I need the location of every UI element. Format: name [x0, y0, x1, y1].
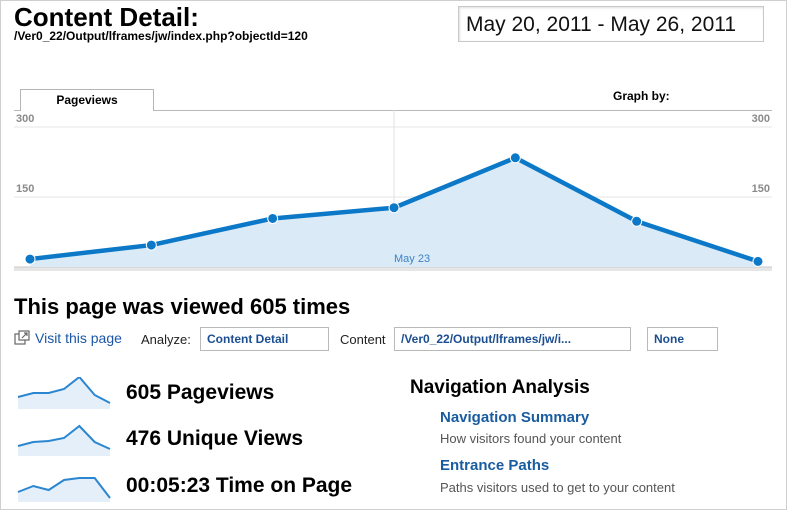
data-point-1 [145, 239, 157, 251]
navigation-analysis-title: Navigation Analysis [410, 377, 590, 398]
data-point-6 [752, 255, 764, 267]
y-tick-label-right-0: 300 [752, 113, 770, 125]
content-label: Content [340, 332, 386, 347]
date-range-picker[interactable]: May 20, 2011 - May 26, 2011 [458, 6, 764, 42]
pageviews-chart: 300 300 150 150 May 23 [14, 110, 772, 271]
chart-baseline [14, 267, 772, 271]
analyze-select[interactable]: Content Detail [200, 327, 329, 351]
graph-by-label: Graph by: [613, 89, 670, 103]
data-point-5 [631, 215, 643, 227]
content-select[interactable]: /Ver0_22/Output/lframes/jw/i... [394, 327, 631, 351]
visit-page-link[interactable]: Visit this page [35, 330, 122, 346]
navigation-summary-desc: How visitors found your content [440, 431, 622, 446]
views-headline: This page was viewed 605 times [14, 294, 351, 319]
content-path: /Ver0_22/Output/lframes/jw/index.php?obj… [14, 29, 308, 43]
external-link-icon[interactable] [14, 330, 30, 346]
time-on-page-sparkline [17, 477, 111, 502]
y-tick-label-right-1: 150 [752, 183, 770, 195]
data-point-3 [388, 202, 400, 214]
tab-pageviews[interactable]: Pageviews [20, 89, 154, 111]
unique-views-sparkline [17, 424, 111, 456]
page-title: Content Detail: [14, 2, 199, 32]
y-tick-label-left-0: 300 [16, 113, 34, 125]
sparkline-area [18, 426, 110, 456]
entrance-paths-desc: Paths visitors used to get to your conte… [440, 480, 675, 495]
unique-views-metric: 476 Unique Views [126, 427, 304, 450]
data-point-2 [267, 212, 279, 224]
pageviews-sparkline [17, 377, 111, 409]
pageviews-metric: 605 Pageviews [126, 381, 275, 404]
compare-select[interactable]: None [647, 327, 718, 351]
data-point-0 [24, 253, 36, 265]
navigation-summary-link[interactable]: Navigation Summary [440, 409, 589, 426]
time-on-page-metric: 00:05:23 Time on Page [126, 474, 353, 497]
x-tick-label: May 23 [394, 253, 430, 265]
y-tick-label-left-1: 150 [16, 183, 34, 195]
entrance-paths-link[interactable]: Entrance Paths [440, 457, 549, 474]
analyze-label: Analyze: [141, 332, 191, 347]
data-point-4 [509, 152, 521, 164]
